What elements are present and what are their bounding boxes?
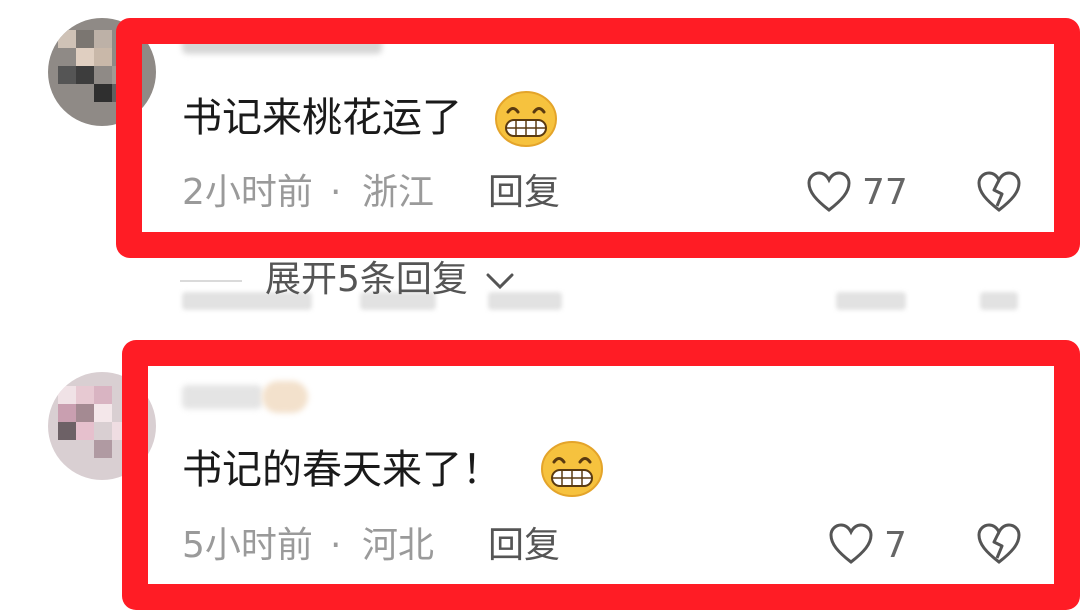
expand-replies-label: 展开5条回复 [265, 259, 468, 300]
chevron-down-icon [486, 273, 514, 290]
faded-meta [836, 292, 906, 310]
highlight-box [122, 340, 1080, 610]
divider [180, 280, 242, 282]
faded-meta [980, 292, 1018, 310]
highlight-box [116, 18, 1080, 258]
expand-replies-button[interactable]: 展开5条回复 [265, 262, 515, 298]
